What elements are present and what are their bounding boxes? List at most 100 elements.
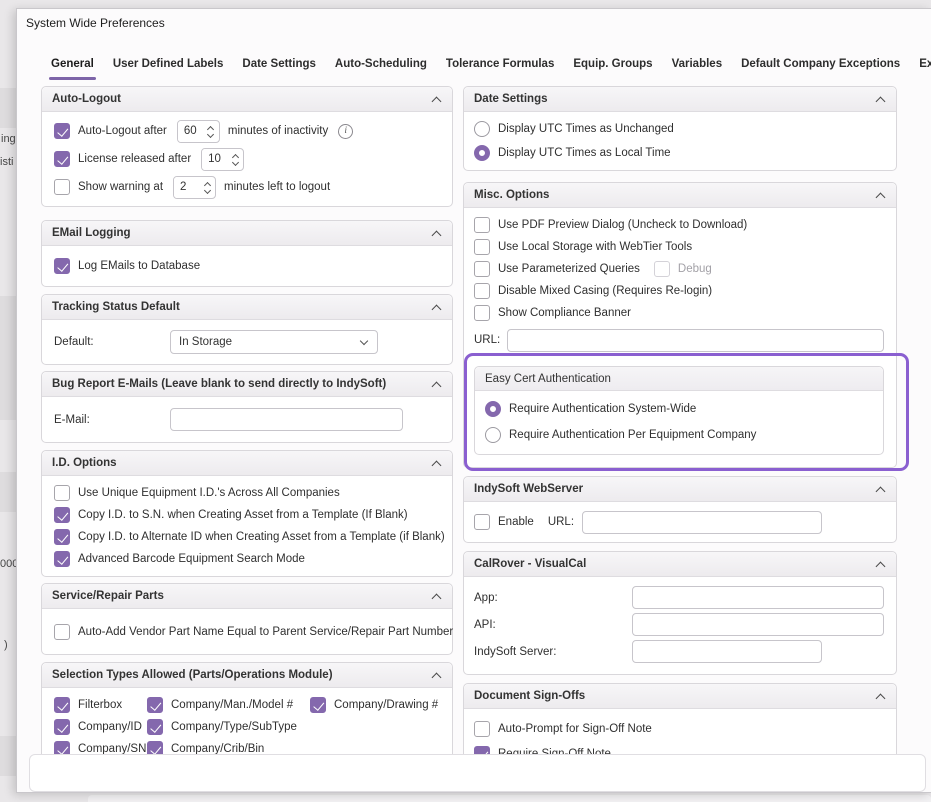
spinner-down-icon[interactable] [204, 189, 212, 193]
misc-url-input[interactable] [507, 329, 884, 352]
panel-title: I.D. Options [52, 457, 117, 469]
chevron-up-icon[interactable] [875, 484, 886, 495]
tab-default-company-exceptions[interactable]: Default Company Exceptions [739, 54, 902, 82]
company-man-model-label: Company/Man./Model # [171, 699, 293, 711]
copy-id-to-sn-row: Copy I.D. to S.N. when Creating Asset fr… [54, 504, 440, 526]
bug-report-email-input[interactable] [170, 408, 403, 431]
company-id-checkbox[interactable] [54, 719, 70, 735]
spinner-down-icon[interactable] [207, 133, 215, 137]
spinner-value-input[interactable] [202, 149, 228, 170]
chevron-up-icon[interactable] [431, 228, 442, 239]
tab-date-settings[interactable]: Date Settings [240, 54, 318, 82]
spinner-buttons[interactable] [228, 149, 243, 170]
local-storage-checkbox[interactable] [474, 239, 490, 255]
spinner-up-icon[interactable] [207, 126, 215, 130]
auto-add-vendor-part-row: Auto-Add Vendor Part Name Equal to Paren… [54, 619, 440, 644]
company-type-subtype-checkbox[interactable] [147, 719, 163, 735]
auto-prompt-signoff-checkbox[interactable] [474, 721, 490, 737]
chevron-down-icon [360, 338, 369, 347]
spinner-buttons[interactable] [204, 121, 219, 142]
panel-header: Bug Report E-Mails (Leave blank to send … [42, 372, 452, 397]
require-auth-systemwide-radio[interactable] [485, 401, 501, 417]
copy-id-to-sn-label: Copy I.D. to S.N. when Creating Asset fr… [78, 509, 408, 521]
right-column: Date Settings Display UTC Times as Uncha… [463, 86, 897, 774]
spinner-up-icon[interactable] [204, 182, 212, 186]
tab-variables[interactable]: Variables [670, 54, 725, 82]
unique-id-checkbox[interactable] [54, 485, 70, 501]
panel-date-settings: Date Settings Display UTC Times as Uncha… [463, 86, 897, 171]
license-released-spinner[interactable] [201, 148, 244, 171]
spinner-value-input[interactable] [178, 121, 204, 142]
unique-id-label: Use Unique Equipment I.D.'s Across All C… [78, 487, 340, 499]
auto-logout-after-checkbox[interactable] [54, 123, 70, 139]
webserver-url-input[interactable] [582, 511, 822, 534]
chevron-up-icon[interactable] [875, 94, 886, 105]
panel-title: Document Sign-Offs [474, 690, 585, 702]
pdf-preview-row: Use PDF Preview Dialog (Uncheck to Downl… [474, 214, 884, 236]
mixed-casing-label: Disable Mixed Casing (Requires Re-login) [498, 285, 712, 297]
filterbox-checkbox[interactable] [54, 697, 70, 713]
subpanel-title: Easy Cert Authentication [485, 373, 611, 385]
background-text-fragment: ing [1, 133, 16, 145]
license-released-row: License released after [54, 145, 440, 173]
copy-id-to-altid-checkbox[interactable] [54, 529, 70, 545]
chevron-up-icon[interactable] [875, 559, 886, 570]
tab-tolerance-formulas[interactable]: Tolerance Formulas [444, 54, 556, 82]
tab-auto-scheduling[interactable]: Auto-Scheduling [333, 54, 429, 82]
chevron-up-icon[interactable] [431, 591, 442, 602]
parameterized-queries-checkbox[interactable] [474, 261, 490, 277]
chevron-up-icon[interactable] [875, 190, 886, 201]
compliance-banner-checkbox[interactable] [474, 305, 490, 321]
company-type-subtype-label: Company/Type/SubType [171, 721, 297, 733]
license-released-checkbox[interactable] [54, 151, 70, 167]
webserver-enable-label: Enable [498, 516, 534, 528]
advanced-barcode-checkbox[interactable] [54, 551, 70, 567]
panel-tracking-status-default: Tracking Status Default Default: In Stor… [41, 294, 453, 365]
copy-id-to-altid-row: Copy I.D. to Alternate ID when Creating … [54, 526, 440, 548]
webserver-enable-checkbox[interactable] [474, 514, 490, 530]
show-warning-checkbox[interactable] [54, 179, 70, 195]
unique-id-row: Use Unique Equipment I.D.'s Across All C… [54, 482, 440, 504]
copy-id-to-altid-label: Copy I.D. to Alternate ID when Creating … [78, 531, 445, 543]
debug-checkbox[interactable] [654, 261, 670, 277]
chevron-up-icon[interactable] [431, 302, 442, 313]
spinner-down-icon[interactable] [232, 161, 240, 165]
tracking-status-select[interactable]: In Storage [170, 330, 378, 354]
warning-minutes-spinner[interactable] [173, 176, 216, 199]
panel-header: Misc. Options [464, 183, 896, 208]
auto-add-vendor-part-checkbox[interactable] [54, 624, 70, 640]
chevron-up-icon[interactable] [431, 94, 442, 105]
chevron-up-icon[interactable] [875, 691, 886, 702]
panel-bug-report-emails: Bug Report E-Mails (Leave blank to send … [41, 371, 453, 443]
chevron-up-icon[interactable] [431, 670, 442, 681]
log-emails-checkbox[interactable] [54, 258, 70, 274]
local-storage-row: Use Local Storage with WebTier Tools [474, 236, 884, 258]
calrover-server-input[interactable] [632, 640, 822, 663]
chevron-up-icon[interactable] [431, 379, 442, 390]
utc-local-radio[interactable] [474, 145, 490, 161]
pdf-preview-checkbox[interactable] [474, 217, 490, 233]
spinner-value-input[interactable] [174, 177, 200, 198]
panel-title: Tracking Status Default [52, 301, 180, 313]
spinner-up-icon[interactable] [232, 154, 240, 158]
show-warning-row: Show warning at minutes left to logout [54, 173, 440, 201]
tab-general[interactable]: General [49, 54, 96, 82]
spinner-buttons[interactable] [200, 177, 215, 198]
info-icon[interactable]: i [338, 124, 353, 139]
inactivity-minutes-spinner[interactable] [177, 120, 220, 143]
calrover-app-input[interactable] [632, 586, 884, 609]
company-drawing-checkbox[interactable] [310, 697, 326, 713]
require-auth-per-company-radio[interactable] [485, 427, 501, 443]
copy-id-to-sn-checkbox[interactable] [54, 507, 70, 523]
tab-user-defined-labels[interactable]: User Defined Labels [111, 54, 226, 82]
utc-unchanged-radio[interactable] [474, 121, 490, 137]
compliance-banner-label: Show Compliance Banner [498, 307, 631, 319]
tab-extended-attributes[interactable]: Extended Att [917, 54, 931, 82]
compliance-banner-row: Show Compliance Banner [474, 302, 884, 324]
company-drawing-label: Company/Drawing # [334, 699, 438, 711]
company-man-model-checkbox[interactable] [147, 697, 163, 713]
calrover-api-input[interactable] [632, 613, 884, 636]
mixed-casing-checkbox[interactable] [474, 283, 490, 299]
tab-equip-groups[interactable]: Equip. Groups [571, 54, 654, 82]
chevron-up-icon[interactable] [431, 458, 442, 469]
